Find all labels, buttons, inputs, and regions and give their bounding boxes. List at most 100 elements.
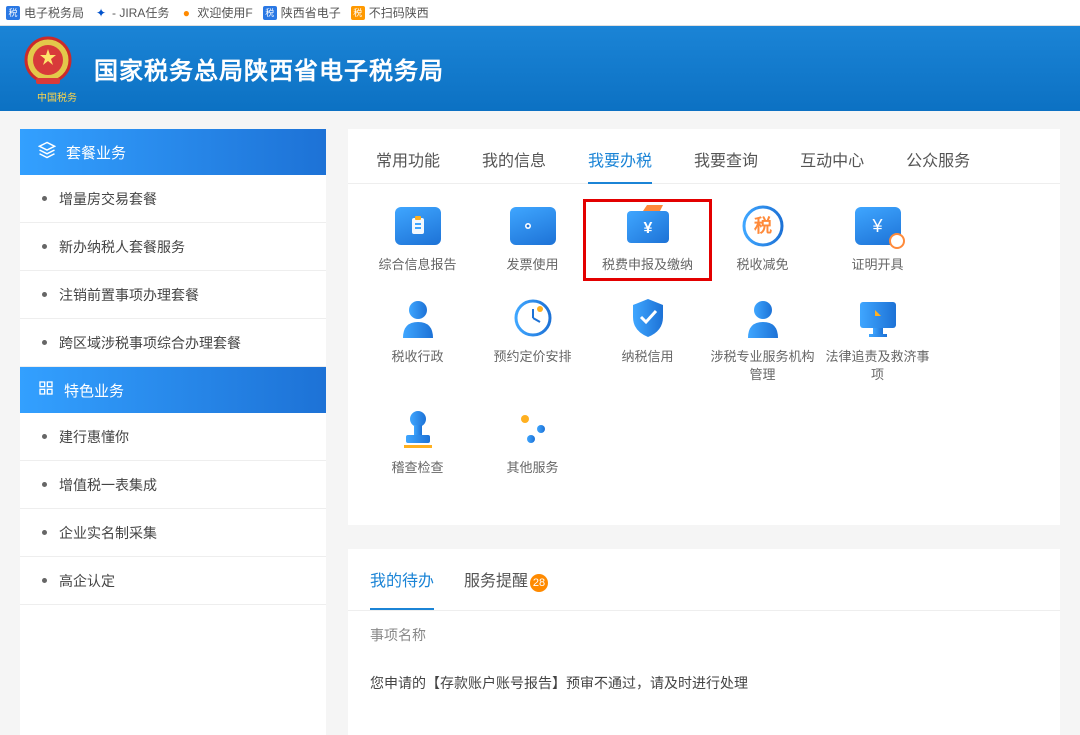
service-tile-other[interactable]: 其他服务: [475, 409, 590, 477]
service-label: 证明开具: [820, 256, 935, 274]
favicon-icon: 税: [6, 6, 20, 20]
sidebar-item[interactable]: 新办纳税人套餐服务: [20, 223, 326, 271]
main-tab[interactable]: 公众服务: [906, 147, 970, 183]
monitor-icon: [855, 298, 901, 338]
service-label: 其他服务: [475, 459, 590, 477]
browser-tab-strip: 税电子税务局✦- JIRA任务●欢迎使用F税陕西省电子税不扫码陕西: [0, 0, 1080, 26]
sidebar-item-label: 注销前置事项办理套餐: [59, 285, 199, 305]
layers-icon: [38, 141, 56, 163]
main-content: 常用功能 我的信息 我要办税 我要查询 互动中心 公众服务 综合信息报告发票使用 ¥ 税费申…: [348, 129, 1060, 735]
service-tile-invoice[interactable]: 发票使用: [475, 206, 590, 274]
sidebar-item[interactable]: 注销前置事项办理套餐: [20, 271, 326, 319]
bullet-icon: [42, 244, 47, 249]
stamp-doc-icon: ¥: [855, 206, 901, 246]
service-label: 稽查检查: [360, 459, 475, 477]
todo-tab-label: 我的待办: [370, 573, 434, 590]
app-header: 中国税务 国家税务总局陕西省电子税务局: [0, 26, 1080, 111]
sidebar-item[interactable]: 增值税一表集成: [20, 461, 326, 509]
person-icon: [740, 298, 786, 338]
favicon-icon: ✦: [94, 6, 108, 20]
service-label: 综合信息报告: [360, 256, 475, 274]
todo-tab[interactable]: 服务提醒28: [464, 567, 548, 598]
sidebar-item-label: 增值税一表集成: [59, 475, 157, 495]
service-tile-audit[interactable]: 稽查检查: [360, 409, 475, 477]
emblem-label: 中国税务: [20, 89, 94, 104]
sliders-icon: [510, 409, 556, 449]
bullet-icon: [42, 340, 47, 345]
person-icon: [395, 298, 441, 338]
todo-row[interactable]: 您申请的【存款账户账号报告】预审不通过，请及时进行处理: [348, 655, 1060, 711]
sidebar-item-label: 高企认定: [59, 571, 115, 591]
notification-badge: 28: [530, 574, 548, 592]
clipboard-icon: [395, 206, 441, 246]
national-emblem-icon: 中国税务: [20, 34, 94, 104]
sidebar-section-header[interactable]: 特色业务: [20, 367, 326, 413]
main-tab[interactable]: 互动中心: [800, 147, 864, 183]
todo-tab-label: 服务提醒: [464, 573, 528, 590]
yen-folder-icon: ¥: [625, 206, 671, 246]
bullet-icon: [42, 578, 47, 583]
service-tile-agency[interactable]: 涉税专业服务机构管理: [705, 298, 820, 384]
main-tab[interactable]: 我要办税: [588, 147, 652, 183]
todo-tab[interactable]: 我的待办: [370, 567, 434, 597]
bullet-icon: [42, 482, 47, 487]
favicon-icon: 税: [263, 6, 277, 20]
shield-icon: [625, 298, 671, 338]
service-label: 纳税信用: [590, 348, 705, 366]
sidebar-header-label: 特色业务: [64, 380, 124, 401]
browser-tab-label: 不扫码陕西: [369, 4, 429, 21]
browser-tab[interactable]: 税不扫码陕西: [351, 4, 429, 21]
service-grid: 综合信息报告发票使用 ¥税费申报及缴纳税税收减免¥证明开具税收行政预约定价安排纳…: [348, 184, 1060, 501]
bullet-icon: [42, 530, 47, 535]
app-title: 国家税务总局陕西省电子税务局: [94, 51, 444, 86]
main-tab[interactable]: 常用功能: [376, 147, 440, 183]
grid-icon: [38, 380, 54, 400]
clock-icon: [510, 298, 556, 338]
browser-tab[interactable]: 税电子税务局: [6, 4, 84, 21]
bullet-icon: [42, 292, 47, 297]
main-tabs: 常用功能 我的信息 我要办税 我要查询 互动中心 公众服务: [348, 129, 1060, 184]
service-label: 法律追责及救济事项: [820, 348, 935, 384]
browser-tab[interactable]: 税陕西省电子: [263, 4, 341, 21]
sidebar-item[interactable]: 建行惠懂你: [20, 413, 326, 461]
sidebar-item[interactable]: 企业实名制采集: [20, 509, 326, 557]
ticket-icon: [510, 206, 556, 246]
sidebar-section-header[interactable]: 套餐业务: [20, 129, 326, 175]
service-label: 税收行政: [360, 348, 475, 366]
svg-text:税: 税: [754, 215, 772, 236]
main-tab[interactable]: 我要查询: [694, 147, 758, 183]
service-tile-report[interactable]: 综合信息报告: [360, 206, 475, 274]
todo-panel: 我的待办 服务提醒28 事项名称 您申请的【存款账户账号报告】预审不通过，请及时进…: [348, 549, 1060, 735]
service-label: 税费申报及缴纳: [590, 256, 705, 274]
browser-tab[interactable]: ● 欢迎使用F: [179, 4, 252, 21]
service-tile-taxpay[interactable]: ¥ 税费申报及缴纳: [590, 206, 705, 274]
sidebar-item-label: 跨区域涉税事项综合办理套餐: [59, 333, 241, 353]
service-tile-reduce[interactable]: 税税收减免: [705, 206, 820, 274]
tax-circle-icon: 税: [740, 206, 786, 246]
bullet-icon: [42, 434, 47, 439]
service-tile-credit[interactable]: 纳税信用: [590, 298, 705, 384]
service-tile-legal[interactable]: 法律追责及救济事项: [820, 298, 935, 384]
main-tab[interactable]: 我的信息: [482, 147, 546, 183]
service-label: 涉税专业服务机构管理: [705, 348, 820, 384]
service-label: 发票使用: [475, 256, 590, 274]
service-tile-admin[interactable]: 税收行政: [360, 298, 475, 384]
sidebar-item-label: 增量房交易套餐: [59, 189, 157, 209]
browser-tab-label: 电子税务局: [24, 4, 84, 21]
browser-tab-label: 陕西省电子: [281, 4, 341, 21]
bullet-icon: [42, 196, 47, 201]
service-label: 税收减免: [705, 256, 820, 274]
favicon-icon: 税: [351, 6, 365, 20]
browser-tab-label: 欢迎使用F: [197, 4, 252, 21]
sidebar-item[interactable]: 高企认定: [20, 557, 326, 605]
favicon-icon: ●: [179, 6, 193, 20]
service-tile-cert[interactable]: ¥ 证明开具: [820, 206, 935, 274]
todo-column-header: 事项名称: [348, 611, 1060, 655]
todo-tabs: 我的待办 服务提醒28: [348, 567, 1060, 611]
sidebar: 套餐业务增量房交易套餐新办纳税人套餐服务注销前置事项办理套餐跨区域涉税事项综合办…: [20, 129, 326, 735]
service-tile-pricing[interactable]: 预约定价安排: [475, 298, 590, 384]
sidebar-item[interactable]: 跨区域涉税事项综合办理套餐: [20, 319, 326, 367]
sidebar-item[interactable]: 增量房交易套餐: [20, 175, 326, 223]
browser-tab[interactable]: ✦ - JIRA任务: [94, 4, 169, 21]
browser-tab-label: - JIRA任务: [112, 4, 169, 21]
